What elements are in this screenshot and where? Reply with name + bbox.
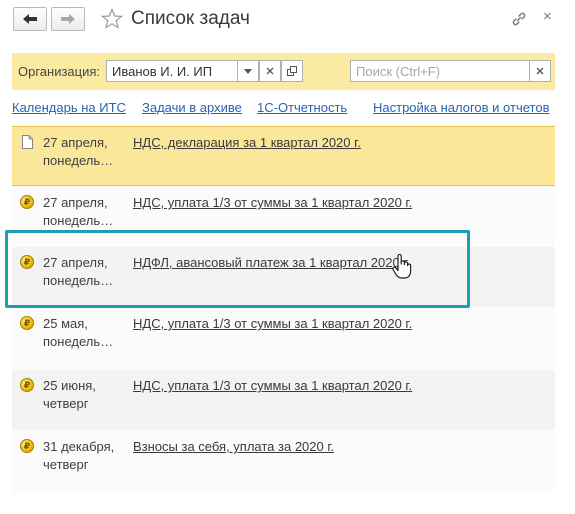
task-date-day: 31 декабря, [43,439,115,454]
task-date-weekday: четверг [43,396,89,411]
open-window-icon [287,66,297,76]
task-date: 31 декабря, четверг [43,438,123,474]
organization-clear-button[interactable] [259,60,281,82]
back-arrow-icon [23,14,37,24]
clear-x-icon [536,67,544,75]
ruble-coin-icon: ₽ [20,316,34,330]
task-date: 27 апреля, понедель… [43,194,123,230]
quick-links-bar: Календарь на ИТС Задачи в архиве 1С-Отче… [12,100,572,118]
task-row[interactable]: ₽ 25 мая, понедель… НДС, уплата 1/3 от с… [12,308,555,368]
task-title-link[interactable]: Взносы за себя, уплата за 2020 г. [133,438,334,456]
task-date: 27 апреля, понедель… [43,134,123,170]
task-date-weekday: понедель… [43,153,114,168]
organization-dropdown-button[interactable] [237,60,259,82]
task-title-link[interactable]: НДС, уплата 1/3 от суммы за 1 квартал 20… [133,377,412,395]
forward-button[interactable] [51,7,85,31]
search-input[interactable]: Поиск (Ctrl+F) [350,60,530,82]
task-date-day: 27 апреля, [43,135,108,150]
link-1c-reporting[interactable]: 1С-Отчетность [257,100,347,115]
search-clear-button[interactable] [529,60,551,82]
back-button[interactable] [13,7,47,31]
ruble-coin-icon: ₽ [20,195,34,209]
link-its-calendar[interactable]: Календарь на ИТС [12,100,126,115]
link-archived-tasks[interactable]: Задачи в архиве [142,100,242,115]
task-date-day: 25 июня, [43,378,96,393]
organization-label: Организация: [18,64,101,79]
chevron-down-icon [244,68,252,74]
task-date-day: 27 апреля, [43,195,108,210]
task-list: 27 апреля, понедель… НДС, декларация за … [12,126,555,492]
forward-arrow-icon [61,14,75,24]
task-date-weekday: понедель… [43,334,114,349]
task-date: 25 мая, понедель… [43,315,123,351]
page-title: Список задач [131,8,250,29]
ruble-coin-icon: ₽ [20,439,34,453]
task-row[interactable]: 27 апреля, понедель… НДС, декларация за … [12,126,555,186]
task-date-day: 25 мая, [43,316,88,331]
link-icon[interactable] [511,11,527,27]
favorite-star-icon[interactable] [101,8,123,30]
link-tax-settings[interactable]: Настройка налогов и отчетов [373,100,549,115]
task-date-weekday: понедель… [43,213,114,228]
task-title-link[interactable]: НДС, уплата 1/3 от суммы за 1 квартал 20… [133,194,412,212]
task-title-link[interactable]: НДС, уплата 1/3 от суммы за 1 квартал 20… [133,315,412,333]
document-icon [22,135,33,149]
ruble-coin-icon: ₽ [20,378,34,392]
hand-cursor-icon [392,254,412,279]
task-title-link[interactable]: НДС, декларация за 1 квартал 2020 г. [133,134,361,152]
task-row[interactable]: ₽ 31 декабря, четверг Взносы за себя, уп… [12,431,555,491]
filter-toolbar: Организация: Иванов И. И. ИП Поиск (Ctrl… [12,53,555,90]
title-bar: Список задач × [0,0,575,40]
task-date: 25 июня, четверг [43,377,123,413]
clear-x-icon [266,67,274,75]
close-icon[interactable]: × [543,9,552,25]
organization-field[interactable]: Иванов И. И. ИП [106,60,250,82]
task-row[interactable]: ₽ 25 июня, четверг НДС, уплата 1/3 от су… [12,370,555,430]
organization-open-button[interactable] [281,60,303,82]
task-date-weekday: четверг [43,457,89,472]
